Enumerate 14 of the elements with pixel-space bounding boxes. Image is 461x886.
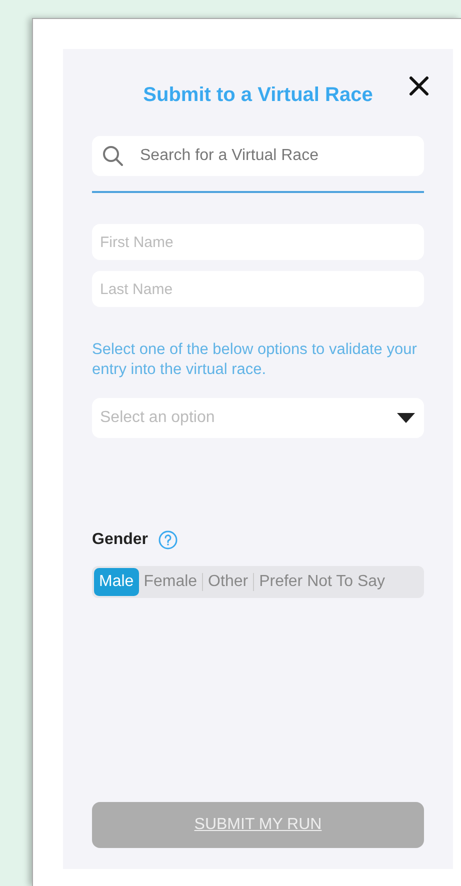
gender-option[interactable]: Prefer Not To Say [254,568,390,596]
gender-option[interactable]: Other [203,568,254,596]
option-dropdown[interactable]: Select an option [92,398,424,438]
search-icon [102,145,124,167]
close-icon[interactable] [408,75,430,97]
last-name-field[interactable]: Last Name [92,271,424,307]
gender-option[interactable]: Female [138,568,202,596]
instruction-text: Select one of the below options to validate your entry into the virtual race. [92,340,418,380]
first-name-field[interactable]: First Name [92,224,424,260]
gender-label: Gender [92,530,148,550]
search-field[interactable]: Search for a Virtual Race [92,136,424,176]
gender-option[interactable]: Male [94,568,139,596]
dropdown-caret-icon [396,412,416,424]
form-title: Submit to a Virtual Race [143,83,373,108]
